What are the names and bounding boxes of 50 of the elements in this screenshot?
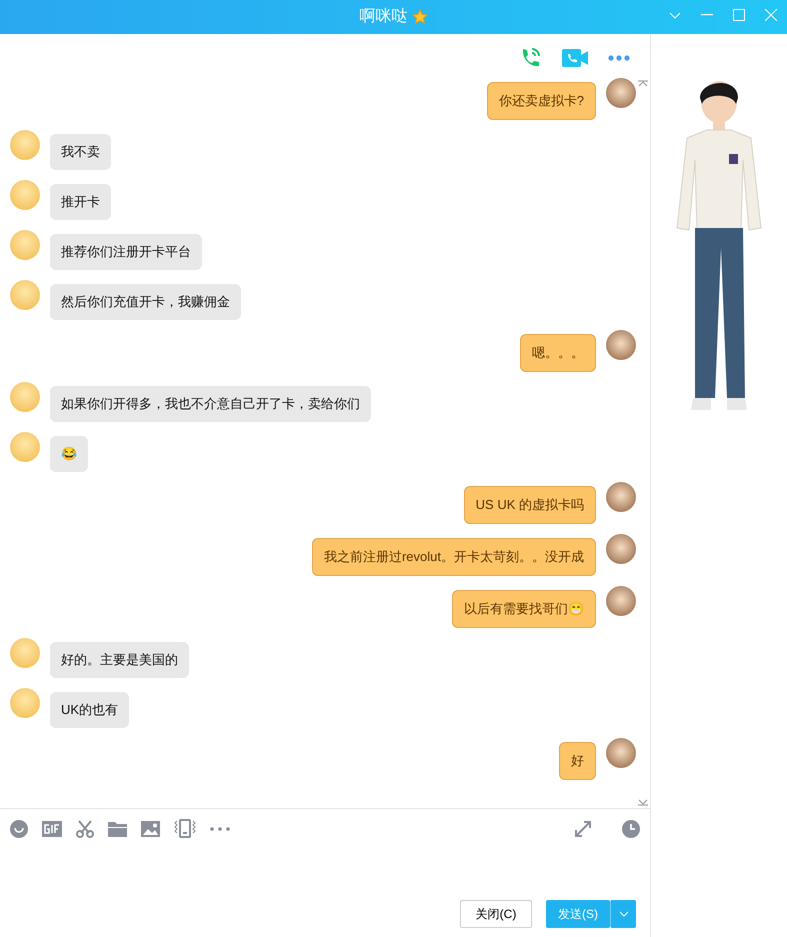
phone-vibrate-icon[interactable] <box>174 819 196 838</box>
image-icon[interactable] <box>141 820 160 836</box>
clock-icon[interactable] <box>622 820 640 838</box>
avatar[interactable] <box>10 688 40 718</box>
avatar[interactable] <box>10 130 40 160</box>
message-bubble: US UK 的虚拟卡吗 <box>464 486 596 524</box>
folder-icon[interactable] <box>108 820 127 836</box>
message-bubble: 以后有需要找哥们😁 <box>452 590 596 628</box>
message-bubble: 推开卡 <box>50 184 111 220</box>
avatar[interactable] <box>10 280 40 310</box>
send-options-button[interactable] <box>610 900 636 928</box>
avatar[interactable] <box>10 382 40 412</box>
avatar[interactable] <box>606 482 636 512</box>
gif-icon[interactable] <box>42 820 62 836</box>
more-icon[interactable] <box>210 826 230 830</box>
avatar[interactable] <box>10 180 40 210</box>
message-bubble: 好 <box>559 742 596 780</box>
avatar[interactable] <box>10 638 40 668</box>
minimize-icon[interactable] <box>701 14 713 16</box>
message-bubble: 😂 <box>50 436 88 472</box>
smiley-icon[interactable] <box>10 820 28 838</box>
caret-icon <box>618 911 628 917</box>
avatar[interactable] <box>606 78 636 108</box>
message-bubble: 我不卖 <box>50 134 111 170</box>
message-bubble: 然后你们充值开卡，我赚佣金 <box>50 284 241 320</box>
message-bubble: 如果你们开得多，我也不介意自己开了卡，卖给你们 <box>50 386 371 422</box>
close-icon[interactable] <box>765 9 777 21</box>
message-bubble: 推荐你们注册开卡平台 <box>50 234 202 270</box>
chevron-down-icon[interactable] <box>669 12 681 18</box>
message-bubble: 我之前注册过revolut。开卡太苛刻。。没开成 <box>312 538 596 576</box>
avatar[interactable] <box>606 330 636 360</box>
message-bubble: 你还卖虚拟卡? <box>486 82 596 120</box>
scissors-icon[interactable] <box>76 820 94 838</box>
avatar[interactable] <box>606 738 636 768</box>
scroll-down-icon[interactable] <box>638 799 648 806</box>
scroll-up-icon[interactable] <box>638 80 648 87</box>
video-call-icon[interactable] <box>562 48 588 68</box>
avatar[interactable] <box>10 230 40 260</box>
avatar[interactable] <box>10 432 40 462</box>
window-title: 啊咪哒 <box>360 6 408 27</box>
more-icon[interactable] <box>608 55 630 61</box>
message-bubble: UK的也有 <box>50 692 130 728</box>
maximize-icon[interactable] <box>733 9 745 21</box>
star-icon <box>412 9 428 25</box>
expand-icon[interactable] <box>574 820 592 838</box>
avatar[interactable] <box>606 534 636 564</box>
message-bubble: 好的。主要是美国的 <box>50 642 189 678</box>
avatar[interactable] <box>606 586 636 616</box>
close-button[interactable]: 关闭(C) <box>460 900 532 928</box>
message-bubble: 嗯。。。 <box>520 334 596 372</box>
